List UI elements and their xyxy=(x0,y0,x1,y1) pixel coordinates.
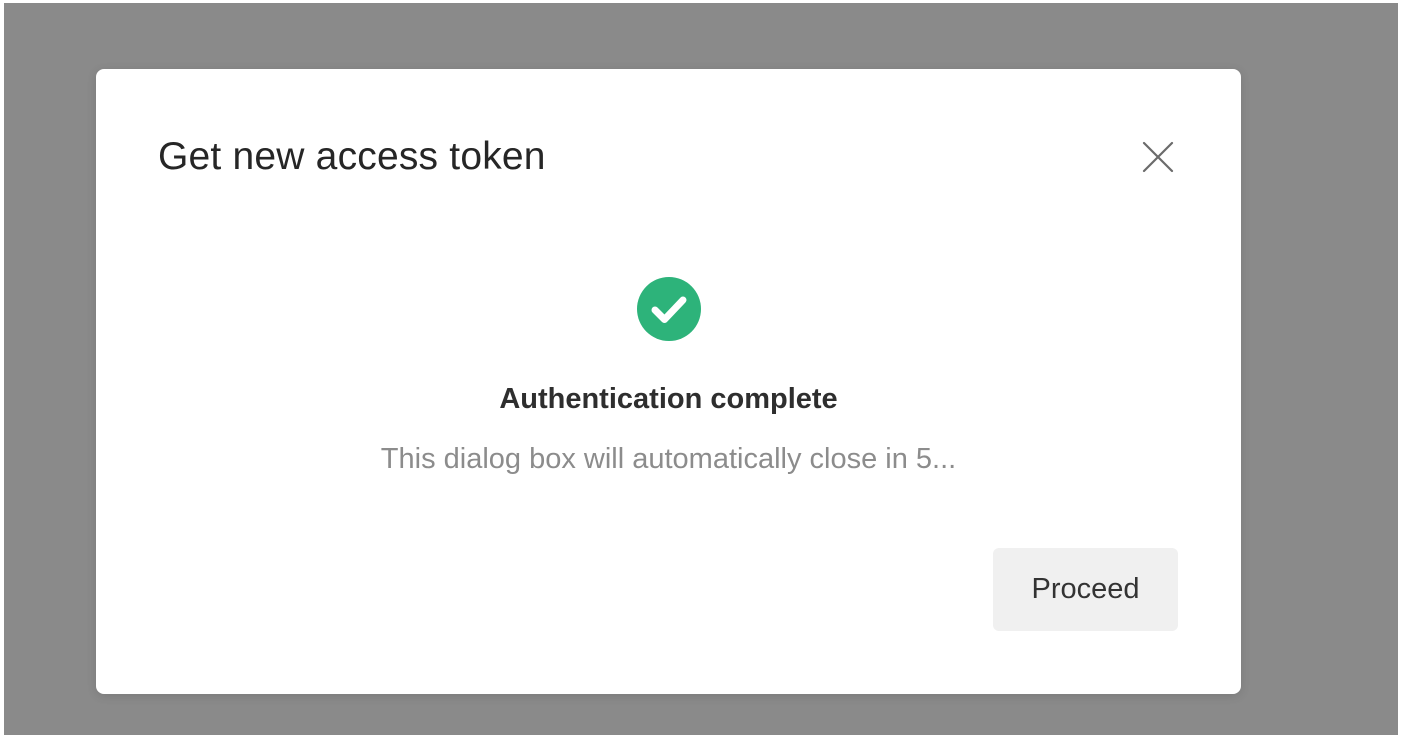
proceed-button[interactable]: Proceed xyxy=(993,548,1178,631)
authentication-status: Authentication complete This dialog box … xyxy=(96,277,1241,477)
auto-close-message: This dialog box will automatically close… xyxy=(380,443,957,475)
close-button[interactable] xyxy=(1136,135,1180,179)
check-circle-icon xyxy=(636,277,701,341)
close-icon xyxy=(1136,135,1180,179)
status-heading: Authentication complete xyxy=(499,383,838,415)
screen: Get new access token Authentication comp… xyxy=(0,0,1405,738)
access-token-dialog: Get new access token Authentication comp… xyxy=(96,69,1241,694)
modal-backdrop[interactable]: Get new access token Authentication comp… xyxy=(4,3,1398,735)
dialog-title: Get new access token xyxy=(158,135,546,178)
